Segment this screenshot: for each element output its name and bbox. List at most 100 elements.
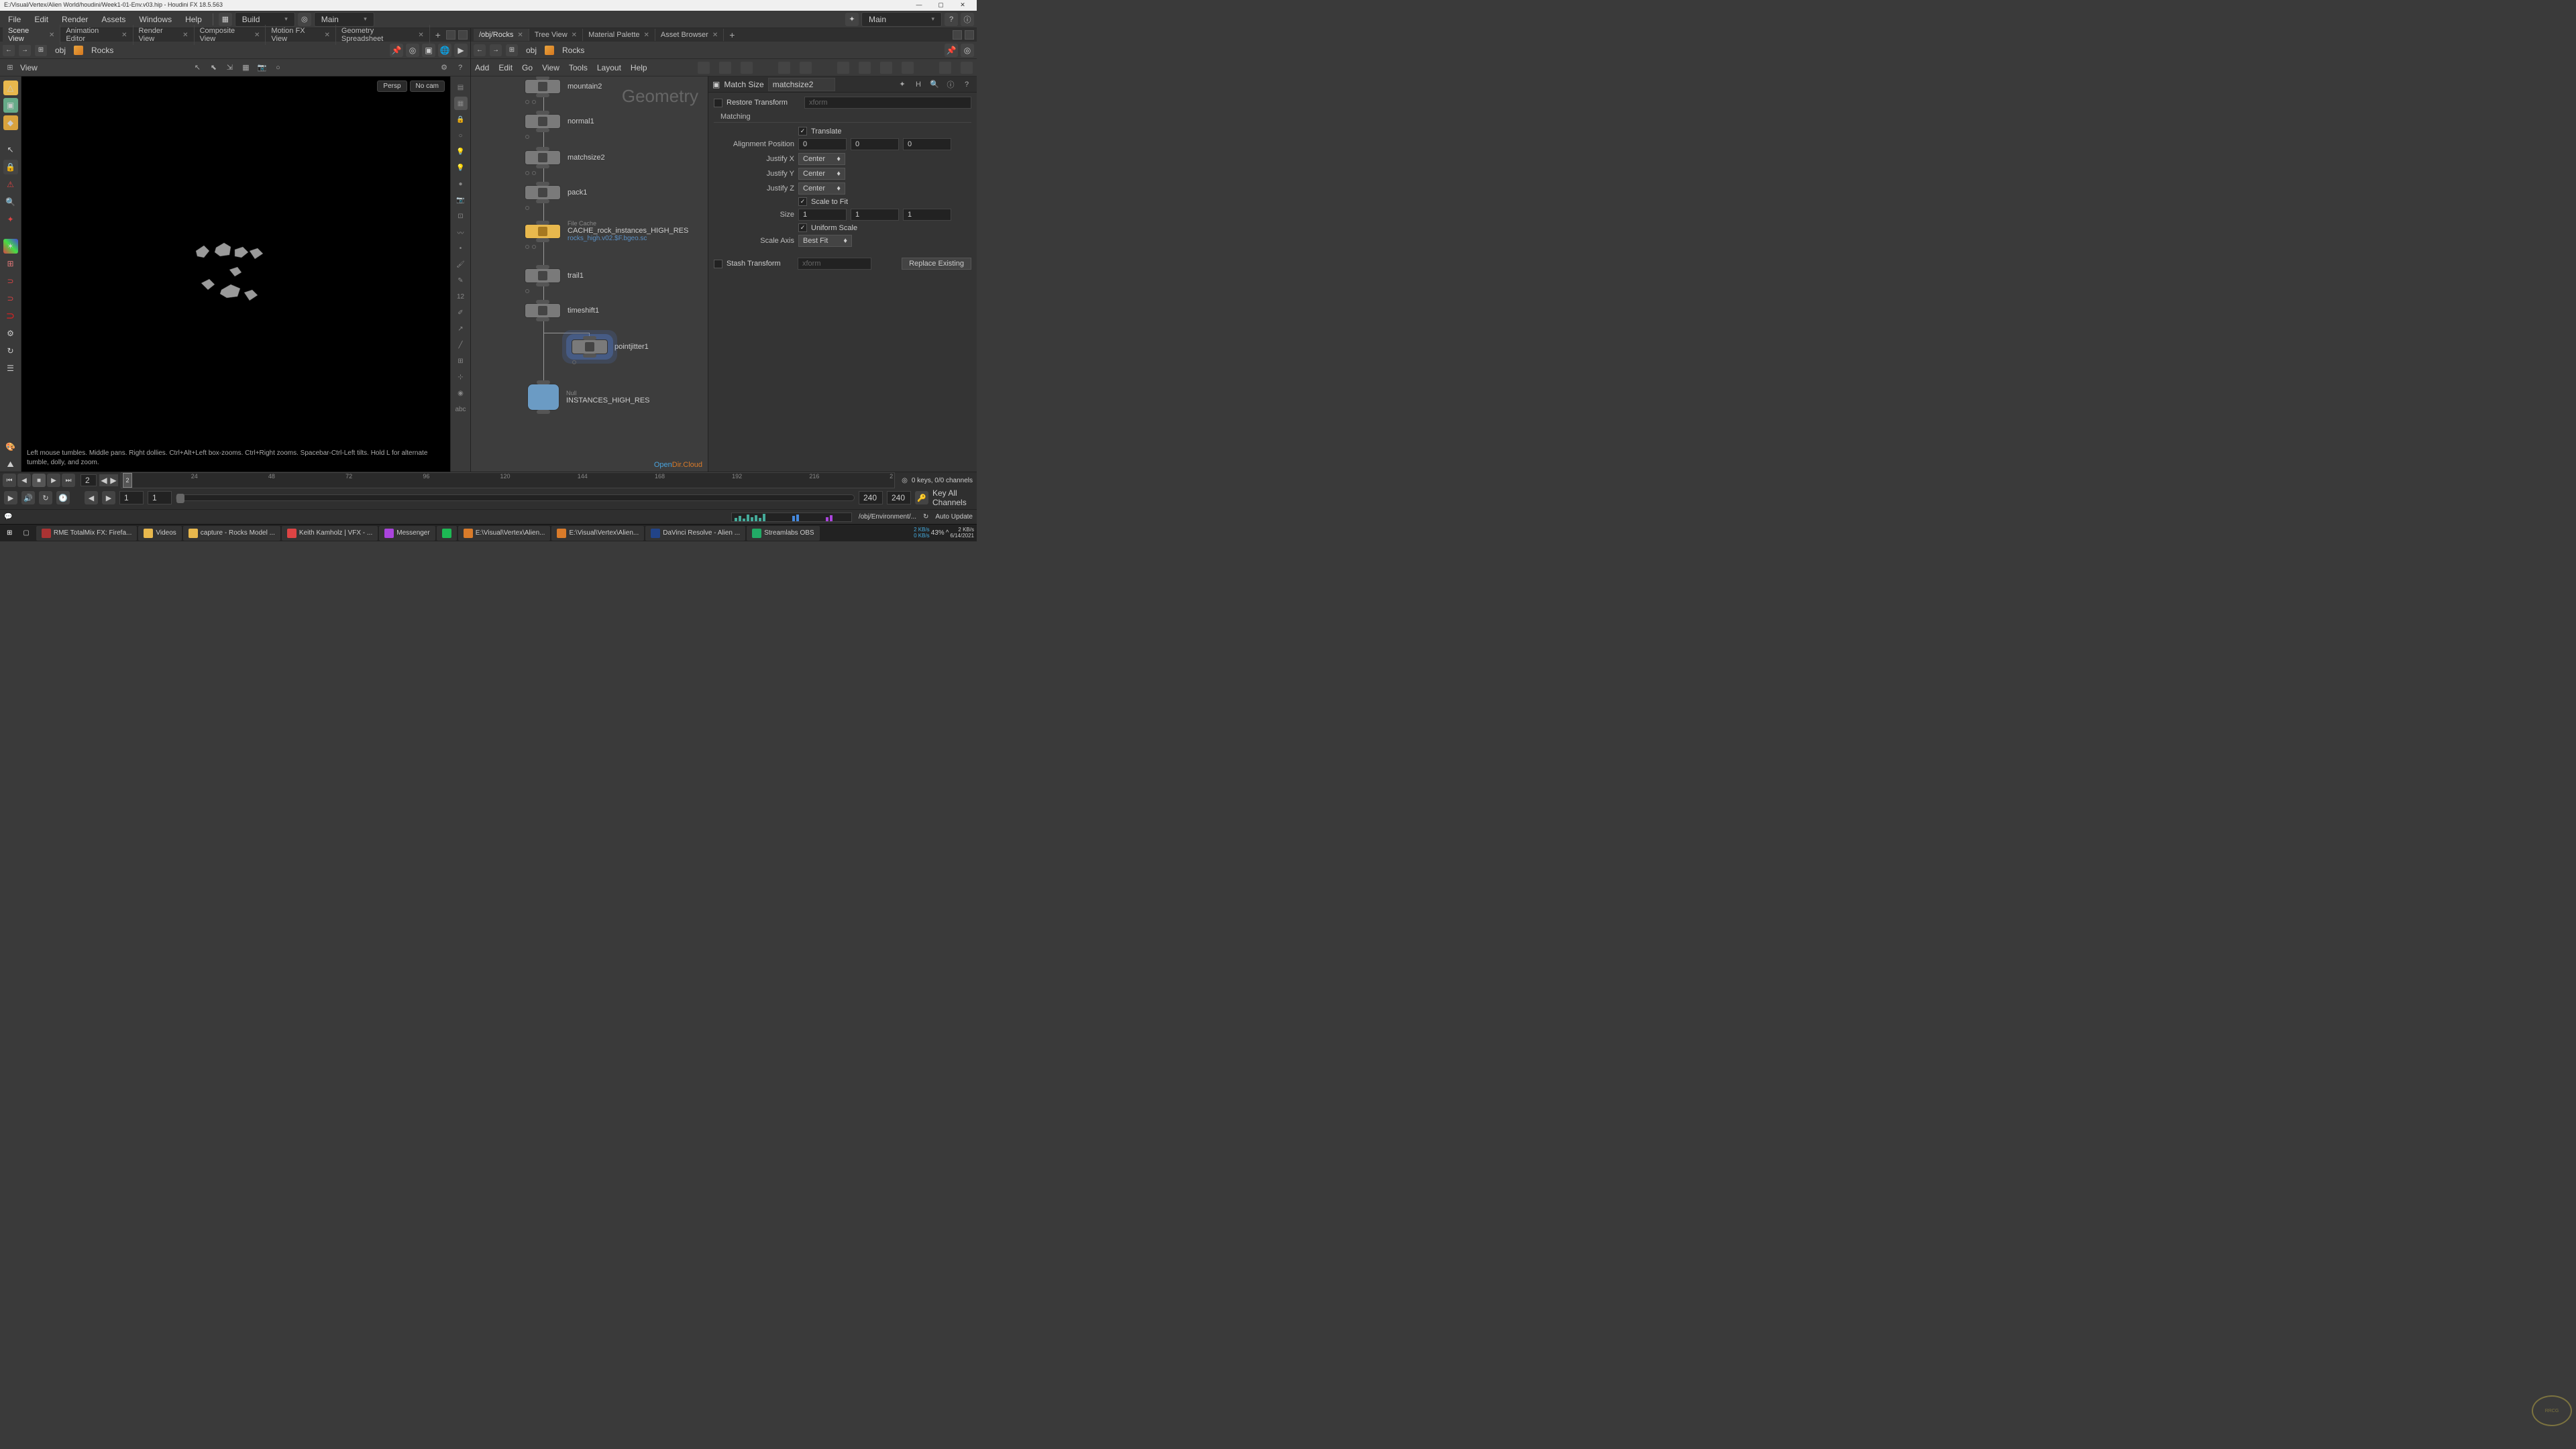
tab-material-palette[interactable]: Material Palette✕ [583, 29, 655, 41]
bulb-icon[interactable]: 💡 [454, 161, 468, 174]
select-visible-icon[interactable]: ⬉ [207, 62, 219, 74]
context-selector-right[interactable]: Main [861, 12, 942, 27]
magnet-strong-icon[interactable]: ⊃ [3, 309, 18, 323]
layers-icon[interactable]: ▤ [454, 80, 468, 94]
settings-icon[interactable]: ⚙ [3, 326, 18, 341]
close-icon[interactable]: ✕ [712, 32, 718, 39]
help-icon[interactable]: ? [454, 62, 466, 74]
create-geo-icon[interactable]: ▣ [3, 98, 18, 113]
nmenu-view[interactable]: View [542, 63, 559, 72]
pin-icon[interactable]: 📌 [945, 44, 958, 57]
nmenu-edit[interactable]: Edit [498, 63, 513, 72]
wrench-icon[interactable] [698, 62, 710, 74]
stash-field[interactable]: xform [798, 258, 871, 270]
prev-frame-button[interactable]: ◀ [17, 474, 31, 487]
node-pack1[interactable]: pack1 [525, 185, 587, 200]
radial-menu-icon[interactable]: ✦ [845, 13, 859, 26]
breadcrumb-rocks[interactable]: Rocks [558, 44, 588, 56]
pane-maximize-icon[interactable] [953, 30, 962, 40]
align-y-field[interactable]: 0 [851, 138, 899, 150]
help-icon[interactable]: ? [945, 13, 958, 26]
gizmo-icon[interactable]: ✶ [3, 239, 18, 254]
nmenu-layout[interactable]: Layout [597, 63, 621, 72]
create-box-icon[interactable]: ◆ [3, 115, 18, 130]
close-icon[interactable]: ✕ [644, 32, 649, 39]
close-icon[interactable]: ✕ [182, 32, 188, 39]
list-icon[interactable] [719, 62, 731, 74]
view-icon[interactable]: ⊞ [4, 62, 16, 74]
follow-icon[interactable]: ◎ [961, 44, 974, 57]
inspect-icon[interactable]: 🔍 [3, 195, 18, 209]
size-y-field[interactable]: 1 [851, 209, 899, 221]
paint-icon[interactable]: 🖌 [454, 258, 468, 271]
node-mountain2[interactable]: mountain2 [525, 79, 602, 94]
stop-button[interactable]: ■ [32, 474, 46, 487]
search-icon[interactable] [939, 62, 951, 74]
taskbar-item[interactable] [437, 526, 457, 541]
tab-obj-rocks[interactable]: /obj/Rocks✕ [474, 29, 529, 41]
line-icon[interactable]: ╱ [454, 338, 468, 352]
scale-fit-checkbox[interactable] [798, 197, 807, 206]
align-x-field[interactable]: 0 [798, 138, 847, 150]
nmenu-go[interactable]: Go [522, 63, 533, 72]
taskbar-item[interactable]: RME TotalMix FX: Firefa... [36, 526, 138, 541]
realtime-icon[interactable]: ▶ [4, 491, 17, 504]
expand-icon[interactable] [961, 62, 973, 74]
close-icon[interactable]: ✕ [517, 32, 523, 39]
node-trail1[interactable]: trail1 [525, 268, 584, 283]
context-icon[interactable]: ◎ [298, 13, 311, 26]
taskbar-item[interactable]: Messenger [379, 526, 435, 541]
update-mode[interactable]: Auto Update [935, 513, 973, 521]
construction-icon[interactable]: ⊞ [3, 256, 18, 271]
page-icon[interactable] [741, 62, 753, 74]
dot-icon[interactable]: • [454, 241, 468, 255]
display-options-icon[interactable]: ⚙ [438, 62, 450, 74]
brush-icon[interactable]: ✐ [454, 306, 468, 319]
scale-axis-select[interactable]: Best Fit♦ [798, 235, 852, 247]
tab-geometry-spreadsheet[interactable]: Geometry Spreadsheet✕ [336, 25, 430, 45]
play-button[interactable]: ▶ [47, 474, 60, 487]
magnet-med-icon[interactable]: ⊃ [3, 291, 18, 306]
key-next-button[interactable]: ▶ [109, 474, 118, 486]
tab-composite-view[interactable]: Composite View✕ [195, 25, 266, 45]
pointer-icon[interactable]: ↖ [3, 142, 18, 157]
tab-motion-fx-view[interactable]: Motion FX View✕ [266, 25, 336, 45]
camera-icon[interactable]: 📷 [454, 193, 468, 207]
task-view-button[interactable]: ▢ [17, 526, 34, 541]
nmenu-add[interactable]: Add [475, 63, 489, 72]
close-icon[interactable]: ✕ [121, 32, 127, 39]
tray-up-icon[interactable]: ^ [946, 529, 949, 537]
grid-icon[interactable]: ⊞ [454, 354, 468, 368]
desktop-icon[interactable]: ▦ [219, 13, 232, 26]
gear-icon[interactable]: ✦ [896, 78, 908, 91]
breadcrumb-obj[interactable]: obj [522, 44, 541, 56]
close-button[interactable]: ✕ [953, 1, 973, 9]
info-icon[interactable]: ⓘ [945, 78, 957, 91]
back-button[interactable]: ← [3, 44, 15, 56]
param-name-field[interactable]: matchsize2 [768, 78, 835, 91]
palette-icon[interactable]: 🎨 [3, 439, 18, 454]
camera-nocam-label[interactable]: No cam [410, 80, 445, 92]
note-icon[interactable] [859, 62, 871, 74]
tab-scene-view[interactable]: Scene View✕ [3, 25, 60, 45]
node-cache[interactable]: File Cache CACHE_rock_instances_HIGH_RES… [525, 220, 688, 242]
channel-icon[interactable]: ◎ [902, 477, 908, 484]
translate-checkbox[interactable] [798, 127, 807, 136]
node-timeshift1[interactable]: timeshift1 [525, 303, 599, 318]
taskbar-item[interactable]: capture - Rocks Model ... [183, 526, 280, 541]
error-icon[interactable]: ⚠ [3, 177, 18, 192]
taskbar-item[interactable]: Streamlabs OBS [747, 526, 819, 541]
viewport[interactable]: Persp No cam Left mouse tumbl [21, 76, 450, 472]
clock-icon[interactable]: 🕐 [56, 491, 70, 504]
stack-icon[interactable]: ☰ [3, 361, 18, 376]
size-x-field[interactable]: 1 [798, 209, 847, 221]
refresh-icon[interactable]: ↻ [3, 343, 18, 358]
ring-icon[interactable]: ○ [272, 62, 284, 74]
taskbar-item[interactable]: DaVinci Resolve - Alien ... [645, 526, 745, 541]
pane-maximize-icon[interactable] [446, 30, 455, 40]
restore-checkbox[interactable] [714, 99, 722, 107]
abc-icon[interactable]: abc [454, 402, 468, 416]
justify-y-select[interactable]: Center♦ [798, 168, 845, 180]
last-frame-button[interactable]: ⏭ [62, 474, 75, 487]
back-button[interactable]: ← [474, 44, 486, 56]
